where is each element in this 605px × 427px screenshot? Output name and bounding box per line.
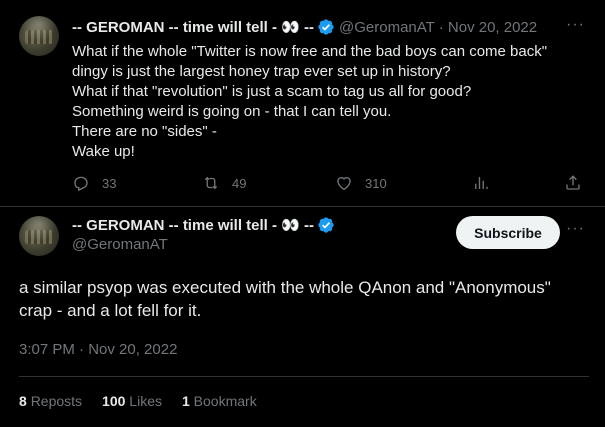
tweet-text: a similar psyop was executed with the wh… — [19, 276, 589, 322]
verified-badge-icon — [318, 19, 334, 35]
reposts-label: Reposts — [30, 393, 83, 409]
reposts-stat[interactable]: 8 Reposts — [19, 393, 82, 409]
likes-label: Likes — [129, 393, 162, 409]
more-icon[interactable]: ··· — [566, 16, 585, 34]
more-icon[interactable]: ··· — [566, 220, 585, 238]
avatar[interactable] — [19, 16, 59, 56]
views-button[interactable] — [472, 174, 490, 192]
tweet-handle[interactable]: @GeromanAT — [72, 236, 168, 253]
likes-count: 100 — [102, 393, 126, 409]
repost-count: 49 — [232, 175, 247, 191]
engagement-stats: 8 Reposts 100 Likes 1 Bookmark — [19, 393, 277, 409]
display-name[interactable]: -- GEROMAN -- time will tell - 👀 -- — [72, 216, 314, 234]
avatar[interactable] — [19, 216, 59, 256]
tweet-text-line: Something weird is going on - that I can… — [72, 103, 392, 120]
tweet-text-line: What if the whole "Twitter is now free a… — [72, 43, 548, 60]
display-name[interactable]: -- GEROMAN -- time will tell - 👀 -- — [72, 18, 314, 36]
parent-tweet[interactable]: -- GEROMAN -- time will tell - 👀 -- @Ger… — [0, 0, 605, 207]
like-count: 310 — [365, 175, 387, 191]
repost-icon — [204, 176, 218, 190]
tweet-timestamp[interactable]: 3:07 PM · Nov 20, 2022 — [19, 341, 177, 358]
bookmarks-stat[interactable]: 1 Bookmark — [182, 393, 257, 409]
bookmarks-count: 1 — [181, 393, 190, 409]
tweet-header: -- GEROMAN -- time will tell - 👀 -- — [72, 216, 335, 234]
likes-stat[interactable]: 100 Likes — [102, 393, 162, 409]
tweet-text: What if the whole "Twitter is now free a… — [72, 42, 592, 162]
like-button[interactable]: 310 — [335, 174, 387, 192]
divider — [19, 376, 589, 377]
reply-count: 33 — [102, 175, 117, 191]
tweet-text-line: Wake up! — [72, 143, 135, 160]
like-icon — [337, 177, 351, 191]
tweet-actions: 33 49 310 — [72, 174, 592, 196]
subscribe-button[interactable]: Subscribe — [456, 216, 560, 249]
share-icon — [566, 175, 580, 190]
verified-badge-icon — [318, 217, 334, 233]
tweet-header: -- GEROMAN -- time will tell - 👀 -- @Ger… — [72, 18, 537, 37]
tweet-text-line: There are no "sides" - — [72, 123, 217, 140]
reply-icon — [74, 176, 88, 192]
tweet-text-line: crap - and a lot fell for it. — [19, 301, 202, 320]
repost-button[interactable]: 49 — [202, 174, 246, 192]
reply-button[interactable]: 33 — [72, 174, 116, 192]
reposts-count: 8 — [19, 393, 27, 409]
bookmarks-label: Bookmark — [193, 393, 257, 409]
share-button[interactable] — [564, 174, 582, 192]
tweet-handle-date[interactable]: @GeromanAT · Nov 20, 2022 — [339, 19, 537, 36]
tweet-text-line: dingy is just the largest honey trap eve… — [72, 63, 451, 80]
tweet-text-line: a similar psyop was executed with the wh… — [19, 278, 551, 297]
views-icon — [475, 177, 488, 189]
tweet-text-line: What if that "revolution" is just a scam… — [72, 83, 472, 100]
